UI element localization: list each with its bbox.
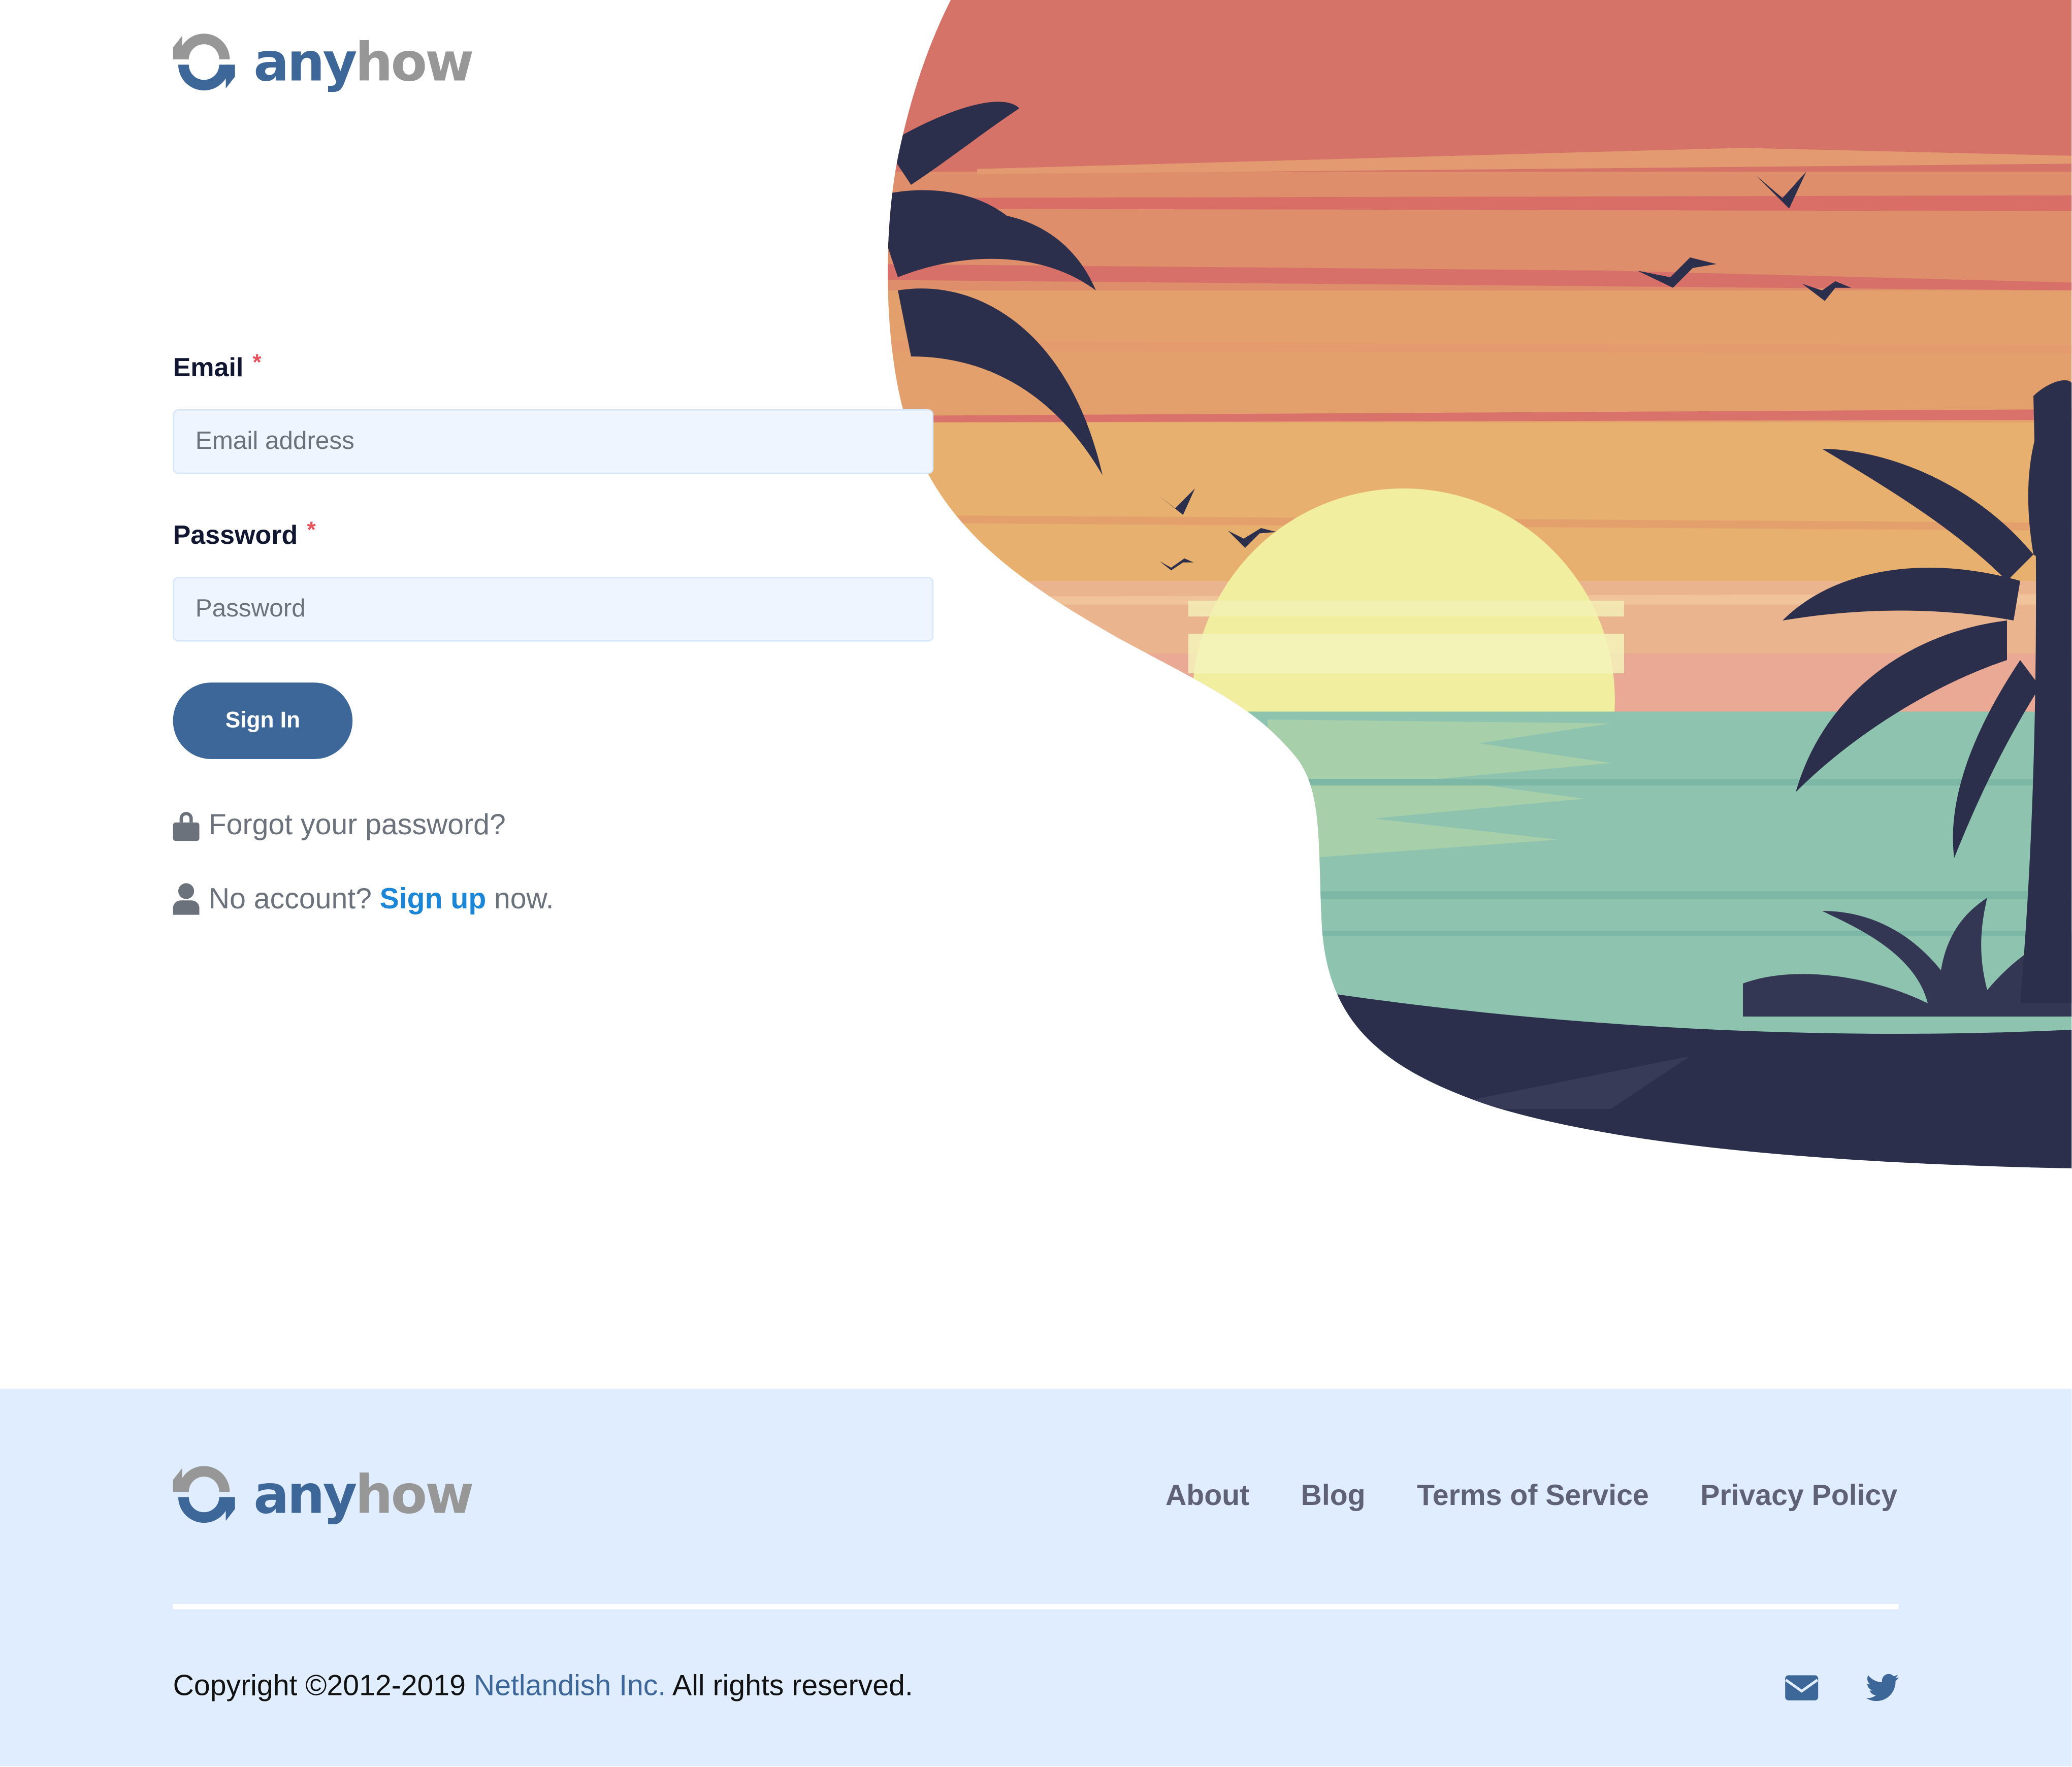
- footer-link-privacy[interactable]: Privacy Policy: [1700, 1479, 1897, 1513]
- sign-in-button[interactable]: Sign In: [173, 682, 353, 759]
- logo-wordmark: anyhow: [253, 36, 474, 89]
- logo-word-how: how: [355, 32, 474, 93]
- footer-divider: [173, 1604, 1899, 1610]
- login-form: Email * Password * Sign In Forgot your p…: [173, 350, 934, 917]
- twitter-icon[interactable]: [1864, 1672, 1900, 1703]
- footer-link-terms[interactable]: Terms of Service: [1417, 1479, 1649, 1513]
- email-label: Email *: [173, 350, 934, 391]
- forgot-password-row: Forgot your password?: [173, 808, 934, 842]
- company-link[interactable]: Netlandish Inc.: [474, 1668, 666, 1701]
- required-asterisk: *: [252, 350, 262, 375]
- sign-up-link[interactable]: Sign up: [380, 882, 487, 917]
- password-input[interactable]: [173, 577, 934, 642]
- logo-word-how: how: [355, 1464, 474, 1526]
- logo-refresh-icon: [173, 1466, 235, 1523]
- copyright: Copyright ©2012-2019 Netlandish Inc. All…: [173, 1668, 913, 1703]
- lock-icon: [173, 812, 200, 841]
- email-input[interactable]: [173, 409, 934, 474]
- footer-link-blog[interactable]: Blog: [1301, 1479, 1366, 1513]
- illustration-scene: [888, 0, 2072, 1168]
- footer-logo[interactable]: anyhow: [173, 1464, 474, 1526]
- login-page: anyhow Email * Email address Password * …: [0, 0, 2072, 1766]
- copyright-suffix: All rights reserved.: [672, 1668, 913, 1702]
- signup-suffix-text: now.: [494, 881, 554, 915]
- envelope-icon[interactable]: [1784, 1672, 1820, 1703]
- signup-prefix-text: No account?: [208, 881, 372, 915]
- social-links: [1784, 1672, 1900, 1703]
- password-label-text: Password: [173, 521, 298, 551]
- footer: anyhow About Blog Terms of Service Priva…: [0, 1389, 2072, 1766]
- logo-word-any: any: [253, 1464, 357, 1526]
- forgot-password-link[interactable]: Forgot your password?: [209, 808, 506, 842]
- user-icon: [173, 883, 200, 915]
- sunset-beach-illustration: [888, 0, 2072, 1168]
- footer-nav: About Blog Terms of Service Privacy Poli…: [1166, 1479, 1897, 1513]
- logo-refresh-icon: [173, 34, 235, 91]
- password-label: Password *: [173, 517, 934, 559]
- required-asterisk: *: [307, 517, 316, 543]
- email-label-text: Email: [173, 353, 244, 383]
- header-logo[interactable]: anyhow: [173, 31, 474, 93]
- logo-word-any: any: [253, 32, 357, 93]
- copyright-prefix: Copyright ©2012-2019: [173, 1668, 466, 1702]
- logo-wordmark: anyhow: [253, 1468, 474, 1522]
- signup-row: No account? Sign up now.: [173, 882, 934, 917]
- footer-link-about[interactable]: About: [1166, 1479, 1249, 1513]
